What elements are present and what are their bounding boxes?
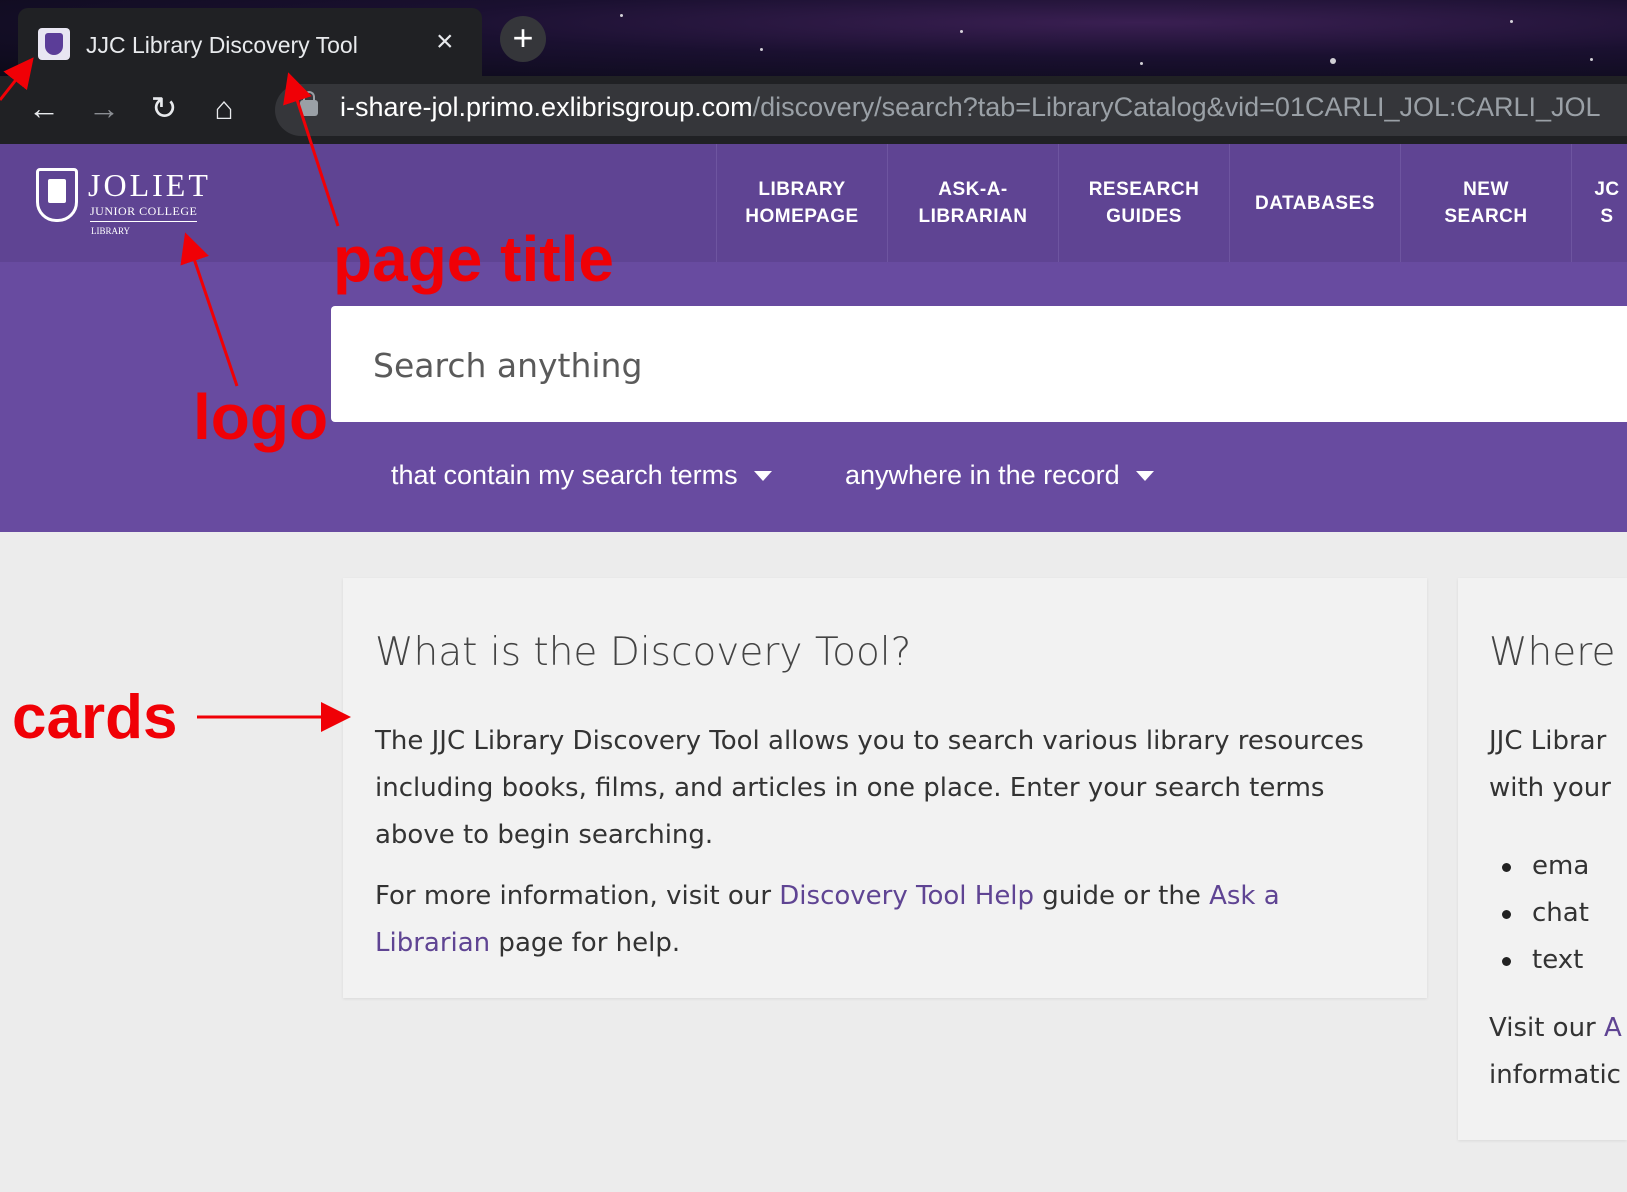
arrow-to-favicon xyxy=(0,57,34,101)
arrow-to-logo xyxy=(180,232,239,387)
annotation-arrows xyxy=(0,57,351,732)
arrow-to-page-title xyxy=(283,72,340,227)
